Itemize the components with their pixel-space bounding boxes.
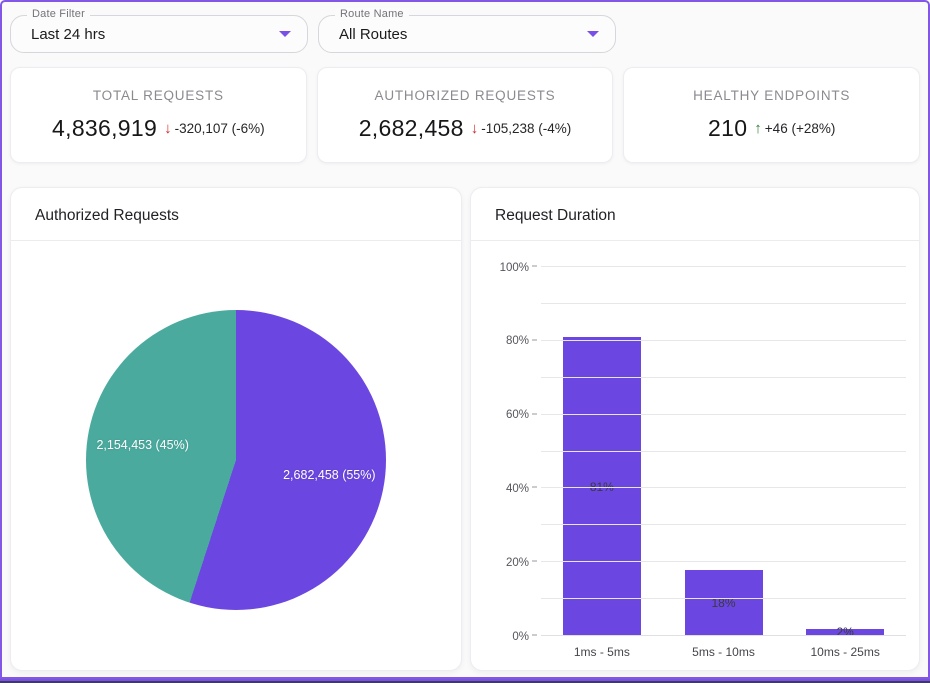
route-name-value: All Routes [339, 26, 587, 43]
stat-value-row: 2,682,458 ↓ -105,238 (-4%) [359, 115, 572, 142]
chevron-down-icon [279, 31, 291, 37]
y-axis-tick [532, 413, 537, 414]
gridline [541, 487, 906, 488]
stat-label: AUTHORIZED REQUESTS [375, 88, 556, 103]
gridline [541, 561, 906, 562]
x-axis-label: 1ms - 5ms [541, 645, 663, 659]
bar-slot: 81% [541, 267, 663, 636]
gridline [541, 303, 906, 304]
x-axis-label: 10ms - 25ms [784, 645, 906, 659]
y-axis-tick [532, 339, 537, 340]
bar-chart-area: 81%18%2% 1ms - 5ms5ms - 10ms10ms - 25ms … [471, 241, 919, 670]
stat-delta: ↓ -105,238 (-4%) [471, 120, 572, 137]
gridline [541, 266, 906, 267]
stat-delta-text: -105,238 (-4%) [481, 121, 571, 136]
gridline [541, 635, 906, 636]
stat-value-row: 210 ↑ +46 (+28%) [708, 115, 835, 142]
arrow-down-icon: ↓ [164, 120, 172, 137]
bar-slot: 18% [663, 267, 785, 636]
arrow-up-icon: ↑ [754, 120, 762, 137]
authorized-requests-card: Authorized Requests 2,682,458 (55%) 2,154… [10, 187, 462, 671]
gridline [541, 414, 906, 415]
stat-delta-text: +46 (+28%) [765, 121, 836, 136]
gridline [541, 598, 906, 599]
y-axis-tick [532, 561, 537, 562]
dashboard-page: Date Filter Last 24 hrs Route Name All R… [0, 0, 930, 679]
gridline [541, 451, 906, 452]
bar-slot: 2% [784, 267, 906, 636]
y-axis-tick [532, 635, 537, 636]
bar-plot: 81%18%2% 1ms - 5ms5ms - 10ms10ms - 25ms … [541, 267, 906, 636]
y-axis-tick [532, 266, 537, 267]
filters-row: Date Filter Last 24 hrs Route Name All R… [10, 15, 920, 53]
stat-card-healthy-endpoints: HEALTHY ENDPOINTS 210 ↑ +46 (+28%) [623, 67, 920, 163]
route-name-label: Route Name [335, 8, 409, 20]
pie-slice-label: 2,154,453 (45%) [96, 438, 188, 452]
pie-slice-label: 2,682,458 (55%) [283, 468, 375, 482]
y-axis-label: 80% [506, 335, 529, 347]
chevron-down-icon [587, 31, 599, 37]
request-duration-card: Request Duration 81%18%2% 1ms - 5ms5ms -… [470, 187, 920, 671]
date-filter-select[interactable]: Date Filter Last 24 hrs [10, 15, 308, 53]
stat-label: TOTAL REQUESTS [93, 88, 224, 103]
stat-value: 210 [708, 115, 747, 142]
route-name-select[interactable]: Route Name All Routes [318, 15, 616, 53]
stat-delta-text: -320,107 (-6%) [175, 121, 265, 136]
bar-5ms - 10ms[interactable] [685, 570, 763, 636]
gridline [541, 524, 906, 525]
bar-chart-title: Request Duration [471, 188, 919, 240]
y-axis-tick [532, 487, 537, 488]
gridline [541, 340, 906, 341]
date-filter-value: Last 24 hrs [31, 26, 279, 43]
charts-row: Authorized Requests 2,682,458 (55%) 2,154… [10, 187, 920, 671]
gridline [541, 377, 906, 378]
stat-value: 2,682,458 [359, 115, 464, 142]
arrow-down-icon: ↓ [471, 120, 479, 137]
stat-delta: ↓ -320,107 (-6%) [164, 120, 265, 137]
y-axis-label: 20% [506, 557, 529, 569]
stat-label: HEALTHY ENDPOINTS [693, 88, 850, 103]
x-axis-label: 5ms - 10ms [663, 645, 785, 659]
x-axis-labels: 1ms - 5ms5ms - 10ms10ms - 25ms [541, 645, 906, 659]
pie-chart-area: 2,682,458 (55%) 2,154,453 (45%) [11, 241, 461, 670]
page-bottom-border [0, 679, 930, 683]
stat-value-row: 4,836,919 ↓ -320,107 (-6%) [52, 115, 265, 142]
y-axis-label: 60% [506, 409, 529, 421]
date-filter-label: Date Filter [27, 8, 90, 20]
y-axis-label: 40% [506, 483, 529, 495]
bar-slots: 81%18%2% [541, 267, 906, 636]
stat-card-authorized-requests: AUTHORIZED REQUESTS 2,682,458 ↓ -105,238… [317, 67, 614, 163]
y-axis-label: 100% [500, 262, 529, 274]
stats-row: TOTAL REQUESTS 4,836,919 ↓ -320,107 (-6%… [10, 67, 920, 163]
stat-delta: ↑ +46 (+28%) [754, 120, 835, 137]
pie-chart[interactable]: 2,682,458 (55%) 2,154,453 (45%) [86, 310, 386, 610]
y-axis-label: 0% [512, 631, 529, 643]
stat-card-total-requests: TOTAL REQUESTS 4,836,919 ↓ -320,107 (-6%… [10, 67, 307, 163]
pie-chart-title: Authorized Requests [11, 188, 461, 240]
stat-value: 4,836,919 [52, 115, 157, 142]
